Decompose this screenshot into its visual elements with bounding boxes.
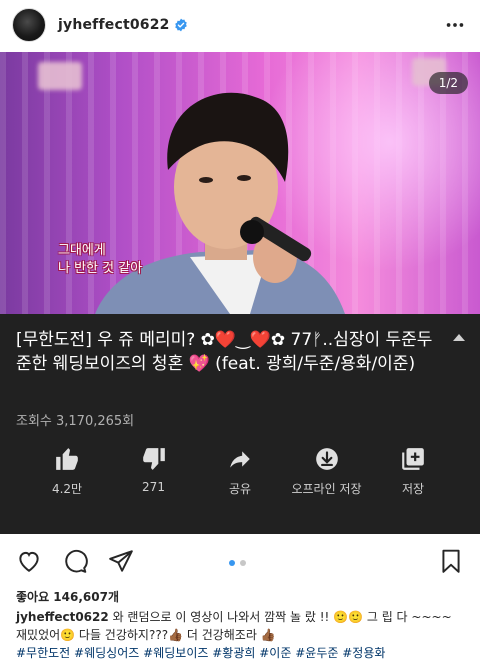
- download-icon: [315, 448, 338, 470]
- post-action-bar: [0, 540, 480, 582]
- video-frame[interactable]: 1/2 그대에게 나 반한 것 같아: [0, 52, 480, 314]
- offline-save-label: 오프라인 저장: [291, 482, 362, 496]
- post-caption: jyheffect0622 와 랜덤으로 이 영상이 나와서 깜짝 놀 랐 !!…: [16, 608, 466, 662]
- post-media[interactable]: 1/2 그대에게 나 반한 것 같아 [무한도전] 우 쥬 메리미? ✿❤️‿❤…: [0, 52, 480, 534]
- dislike-count: 271: [142, 480, 165, 494]
- hashtag[interactable]: #윤두준: [295, 646, 338, 660]
- video-actions: 4.2만 271 공유 오프라인 저장 저장: [24, 446, 456, 497]
- hashtag[interactable]: #웨딩싱어즈: [74, 646, 139, 660]
- carousel-dot-active: [229, 560, 235, 566]
- share-button[interactable]: 공유: [197, 446, 283, 497]
- carousel-page-counter: 1/2: [428, 72, 468, 94]
- video-info-panel: [무한도전] 우 쥬 메리미? ✿❤️‿❤️✿ 77ᚠ..심장이 두준두준한 웨…: [0, 314, 480, 534]
- hashtag[interactable]: #정용화: [342, 646, 385, 660]
- share-icon: [230, 451, 250, 468]
- comment-icon[interactable]: [62, 548, 88, 574]
- send-icon[interactable]: [108, 548, 134, 574]
- save-to-playlist-button[interactable]: 저장: [370, 446, 456, 497]
- video-title[interactable]: [무한도전] 우 쥬 메리미? ✿❤️‿❤️✿ 77ᚠ..심장이 두준두준한 웨…: [16, 328, 446, 376]
- carousel-dot: [240, 560, 246, 566]
- bookmark-icon[interactable]: [438, 548, 464, 574]
- subtitle-line-2: 나 반한 것 같아: [58, 261, 143, 276]
- hashtag[interactable]: #이준: [259, 646, 291, 660]
- caption-username[interactable]: jyheffect0622: [16, 610, 109, 624]
- thumbs-up-icon: [56, 448, 78, 470]
- profile-avatar[interactable]: [12, 8, 46, 42]
- hashtag-list: #무한도전 #웨딩싱어즈 #웨딩보이즈 #황광희 #이준 #윤두준 #정용화: [16, 644, 466, 662]
- dislike-video-button[interactable]: 271: [111, 446, 197, 497]
- collapse-icon[interactable]: [452, 332, 466, 342]
- hashtag[interactable]: #웨딩보이즈: [143, 646, 208, 660]
- like-count: 4.2만: [51, 482, 83, 496]
- like-count-text[interactable]: 좋아요 146,607개: [16, 588, 119, 605]
- share-label: 공유: [228, 482, 252, 496]
- thumbs-down-icon: [142, 448, 165, 470]
- more-options-icon[interactable]: [444, 14, 466, 36]
- subtitle-line-1: 그대에게: [58, 243, 106, 258]
- video-subtitle: 그대에게 나 반한 것 같아: [58, 242, 142, 278]
- save-label: 저장: [401, 482, 425, 496]
- like-video-button[interactable]: 4.2만: [24, 446, 110, 497]
- offline-save-button[interactable]: 오프라인 저장: [284, 446, 370, 497]
- verified-badge-icon: [174, 18, 187, 32]
- hashtag[interactable]: #황광희: [212, 646, 255, 660]
- view-count: 조회수 3,170,265회: [16, 414, 135, 429]
- post-header: jyheffect0622: [0, 0, 480, 50]
- hashtag[interactable]: #무한도전: [16, 646, 70, 660]
- username[interactable]: jyheffect0622: [58, 17, 170, 33]
- carousel-indicator: [229, 560, 246, 566]
- add-to-playlist-icon: [402, 448, 424, 470]
- heart-icon[interactable]: [16, 548, 42, 574]
